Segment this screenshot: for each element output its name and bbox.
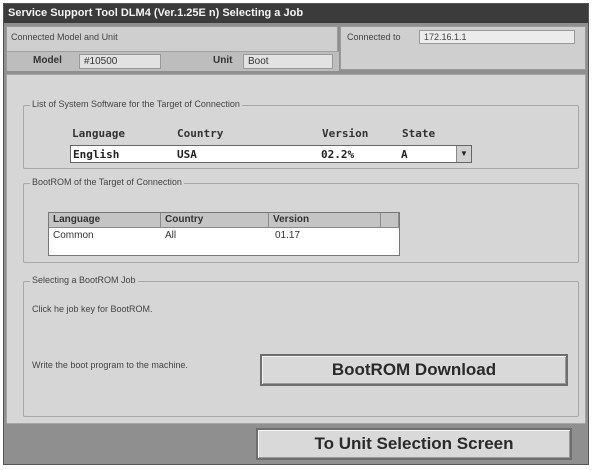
main-panel: List of System Software for the Target o… — [6, 74, 586, 424]
bootrom-header-filler — [381, 213, 399, 228]
sw-selected-country: USA — [177, 148, 197, 161]
bootrom-job-title: Selecting a BootROM Job — [30, 275, 138, 285]
window-title: Service Support Tool DLM4 (Ver.1.25E n) … — [4, 4, 588, 23]
system-software-group: List of System Software for the Target o… — [23, 99, 579, 169]
bootrom-header-version: Version — [269, 213, 381, 228]
model-unit-row: Model #10500 Unit Boot — [7, 51, 339, 71]
model-label: Model — [33, 55, 62, 66]
sw-header-state: State — [402, 127, 436, 140]
connected-to-value: 172.16.1.1 — [419, 30, 575, 44]
sw-header-country: Country — [177, 127, 224, 140]
unit-label: Unit — [213, 55, 233, 66]
connection-status-bar: Connected Model and Unit Model #10500 Un… — [6, 26, 586, 71]
bootrom-job-group: Selecting a BootROM Job Click he job key… — [23, 275, 579, 417]
unit-value: Boot — [243, 54, 333, 69]
to-unit-selection-button[interactable]: To Unit Selection Screen — [256, 428, 572, 460]
bootrom-download-button[interactable]: BootROM Download — [260, 354, 568, 386]
connected-model-label: Connected Model and Unit — [11, 32, 118, 42]
system-software-select[interactable]: English USA 02.2% A ▼ — [70, 145, 472, 163]
system-software-title: List of System Software for the Target o… — [30, 99, 242, 109]
sw-selected-version: 02.2% — [321, 148, 355, 161]
sw-selected-state: A — [401, 148, 408, 161]
model-value: #10500 — [79, 54, 161, 69]
bootrom-cell-language: Common — [53, 230, 94, 241]
sw-selected-language: English — [73, 148, 120, 161]
bootrom-table: Language Country Version Common All 01.1… — [48, 212, 400, 256]
bootrom-title: BootROM of the Target of Connection — [30, 177, 184, 187]
job-instruction: Click he job key for BootROM. — [32, 304, 153, 314]
connected-model-panel: Connected Model and Unit Model #10500 Un… — [6, 26, 339, 71]
connected-to-panel: Connected to 172.16.1.1 — [340, 26, 586, 70]
sw-header-language: Language — [72, 127, 125, 140]
bootrom-header-language: Language — [49, 213, 161, 228]
bootrom-header-country: Country — [161, 213, 269, 228]
bootrom-group: BootROM of the Target of Connection Lang… — [23, 177, 579, 263]
write-boot-label: Write the boot program to the machine. — [32, 360, 188, 370]
app-window: Service Support Tool DLM4 (Ver.1.25E n) … — [3, 3, 589, 465]
bootrom-cell-country: All — [165, 230, 177, 241]
sw-header-version: Version — [322, 127, 369, 140]
connected-to-label: Connected to — [347, 32, 401, 42]
bootrom-cell-version: 01.17 — [275, 230, 301, 241]
chevron-down-icon[interactable]: ▼ — [456, 146, 471, 162]
